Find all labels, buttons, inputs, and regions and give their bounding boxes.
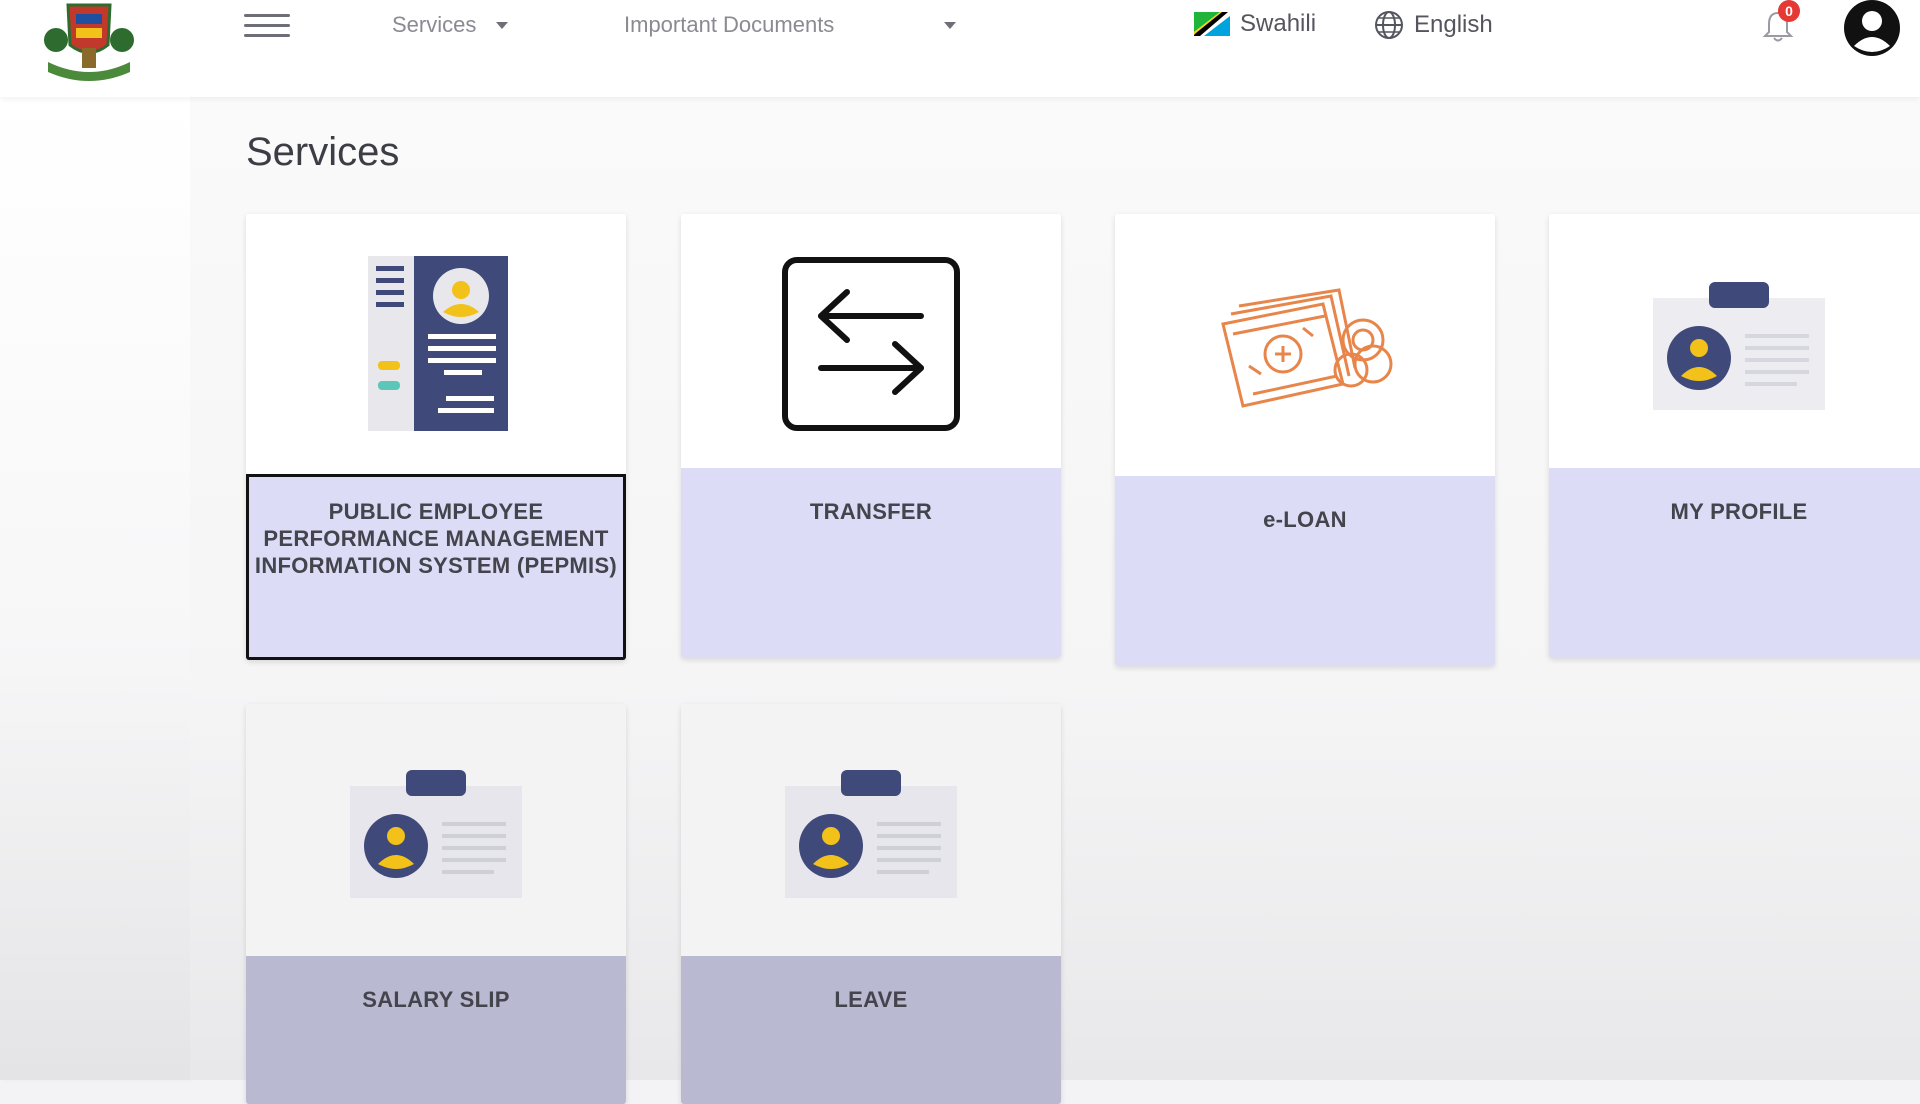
service-card-my-profile[interactable]: MY PROFILE xyxy=(1549,214,1920,658)
card-label: SALARY SLIP xyxy=(362,987,510,1012)
card-label: TRANSFER xyxy=(809,499,933,524)
service-card-leave[interactable]: LEAVE xyxy=(681,704,1061,1104)
id-document-icon xyxy=(368,256,508,431)
id-badge-icon xyxy=(785,770,957,898)
service-card-pepmis[interactable]: PUBLIC EMPLOYEE PERFORMANCE MANAGEMENT I… xyxy=(246,214,626,660)
notification-count-badge: 0 xyxy=(1778,0,1800,22)
globe-icon xyxy=(1375,11,1403,39)
swahili-language-button[interactable]: Swahili xyxy=(1194,10,1316,38)
english-language-button[interactable]: English xyxy=(1374,10,1493,40)
card-icon-area xyxy=(681,704,1061,956)
card-label: e-LOAN xyxy=(1263,507,1347,532)
card-label-area: MY PROFILE xyxy=(1549,468,1920,658)
service-card-e-loan[interactable]: e-LOAN xyxy=(1115,214,1495,666)
card-icon-area xyxy=(246,214,626,474)
card-icon-area xyxy=(1549,214,1920,468)
coat-of-arms-logo[interactable] xyxy=(38,0,140,82)
card-label-area: SALARY SLIP xyxy=(246,956,626,1104)
card-label: PUBLIC EMPLOYEE PERFORMANCE MANAGEMENT I… xyxy=(254,499,618,578)
important-documents-label: Important Documents xyxy=(624,12,835,37)
hamburger-menu-icon[interactable] xyxy=(244,10,290,42)
id-badge-icon xyxy=(1653,282,1825,410)
chevron-down-icon xyxy=(944,21,957,29)
money-icon xyxy=(1221,288,1393,408)
service-card-transfer[interactable]: TRANSFER xyxy=(681,214,1061,658)
services-dropdown[interactable]: Services xyxy=(392,12,509,38)
services-dropdown-label: Services xyxy=(392,12,477,37)
top-navbar: Services Important Documents Swahili Eng… xyxy=(0,0,1920,97)
card-label-area: PUBLIC EMPLOYEE PERFORMANCE MANAGEMENT I… xyxy=(246,474,626,660)
card-icon-area xyxy=(246,704,626,956)
page-title: Services xyxy=(246,130,400,174)
transfer-arrows-icon xyxy=(782,257,960,431)
service-card-salary-slip[interactable]: SALARY SLIP xyxy=(246,704,626,1104)
chevron-down-icon xyxy=(496,21,509,29)
card-label-area: e-LOAN xyxy=(1115,476,1495,666)
id-badge-icon xyxy=(350,770,522,898)
swahili-label: Swahili xyxy=(1240,10,1317,37)
card-label-area: LEAVE xyxy=(681,956,1061,1104)
english-label: English xyxy=(1414,11,1493,38)
card-label: LEAVE xyxy=(834,987,908,1012)
card-label-area: TRANSFER xyxy=(681,468,1061,658)
important-documents-dropdown[interactable]: Important Documents xyxy=(624,12,957,38)
sidebar xyxy=(0,97,190,1080)
card-label: MY PROFILE xyxy=(1670,499,1808,524)
card-icon-area xyxy=(1115,214,1495,476)
tanzania-flag-icon xyxy=(1194,12,1230,36)
user-account-icon[interactable] xyxy=(1840,0,1904,60)
card-icon-area xyxy=(681,214,1061,468)
